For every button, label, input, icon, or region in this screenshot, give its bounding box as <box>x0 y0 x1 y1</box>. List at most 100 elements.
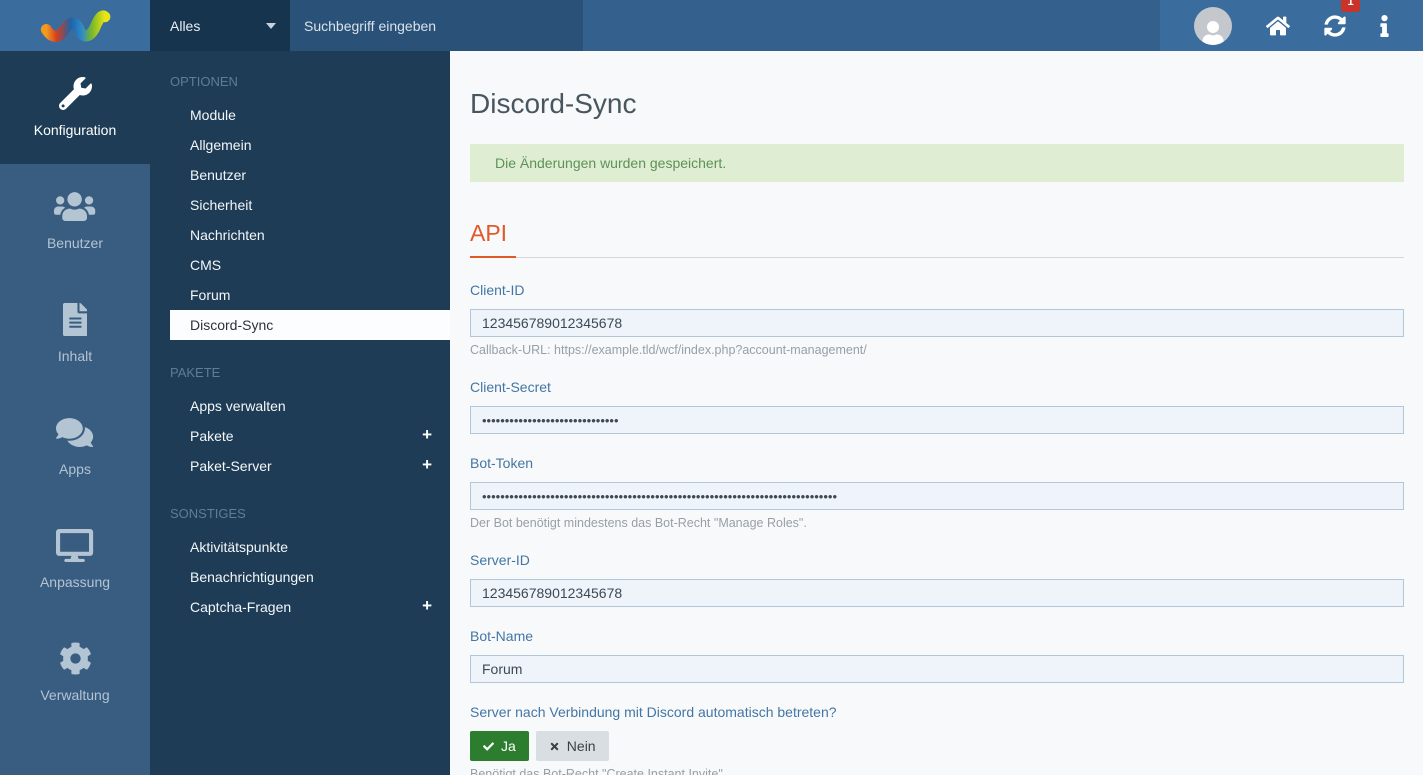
info-icon <box>1380 14 1389 37</box>
search-scope-dropdown[interactable]: Alles <box>150 0 290 51</box>
notification-badge: 1 <box>1341 0 1360 12</box>
sidebar-item-label: Verwaltung <box>40 687 110 703</box>
main-sidebar: Konfiguration Benutzer Inhalt Apps Anpas… <box>0 51 150 775</box>
search-input[interactable] <box>290 0 583 51</box>
file-icon <box>62 303 88 336</box>
api-form: Client-ID Callback-URL: https://example.… <box>470 281 1404 775</box>
submenu-item-discord-sync[interactable]: Discord-Sync <box>170 310 450 340</box>
caret-down-icon <box>266 22 276 29</box>
form-row-client-secret: Client-Secret <box>470 378 1404 434</box>
plus-icon[interactable]: + <box>422 455 432 474</box>
yes-button[interactable]: Ja <box>470 731 529 761</box>
user-menu-button[interactable] <box>1194 6 1232 45</box>
sidebar-item-konfiguration[interactable]: Konfiguration <box>0 51 150 164</box>
comments-icon <box>56 418 94 447</box>
top-bar: Alles 1 <box>0 0 1423 51</box>
no-button-label: Nein <box>566 738 596 754</box>
auto-join-hint: Benötigt das Bot-Recht "Create Instant I… <box>470 767 727 775</box>
submenu-item-pakete[interactable]: Pakete + <box>150 421 450 451</box>
client-id-input[interactable] <box>470 309 1404 337</box>
submenu-item-sicherheit[interactable]: Sicherheit <box>150 190 450 220</box>
section-header-api: API <box>470 218 1404 258</box>
sidebar-item-apps[interactable]: Apps <box>0 390 150 503</box>
client-secret-label: Client-Secret <box>470 379 551 395</box>
form-row-auto-join: Server nach Verbindung mit Discord autom… <box>470 703 1404 775</box>
plus-icon[interactable]: + <box>422 596 432 615</box>
submenu-item-module[interactable]: Module <box>150 100 450 130</box>
bot-name-label: Bot-Name <box>470 628 534 644</box>
auto-join-label: Server nach Verbindung mit Discord autom… <box>470 704 837 720</box>
woltlab-logo[interactable] <box>0 0 150 51</box>
form-row-bot-token: Bot-Token Der Bot benötigt mindestens da… <box>470 454 1404 531</box>
sidebar-item-label: Anpassung <box>39 574 111 590</box>
times-icon <box>550 742 559 750</box>
sidebar-item-verwaltung[interactable]: Verwaltung <box>0 616 150 729</box>
client-id-label: Client-ID <box>470 282 525 298</box>
submenu-section-title: OPTIONEN <box>170 74 238 89</box>
bot-name-input[interactable] <box>470 655 1404 683</box>
sidebar-item-benutzer[interactable]: Benutzer <box>0 164 150 277</box>
rebuild-data-button[interactable]: 1 <box>1324 0 1360 37</box>
main-content: Discord-Sync Die Änderungen wurden gespe… <box>450 51 1423 775</box>
wrench-icon <box>58 77 92 110</box>
home-button[interactable] <box>1266 15 1290 37</box>
bot-token-input[interactable] <box>470 482 1404 510</box>
users-icon <box>54 192 96 221</box>
submenu-item-nachrichten[interactable]: Nachrichten <box>150 220 450 250</box>
sidebar-item-label: Apps <box>59 461 91 477</box>
search-scope-value: Alles <box>170 17 201 34</box>
section-accent-bar <box>470 256 516 258</box>
sync-icon <box>1324 14 1346 37</box>
form-row-server-id: Server-ID <box>470 551 1404 607</box>
sidebar-item-anpassung[interactable]: Anpassung <box>0 503 150 616</box>
submenu-item-benutzer[interactable]: Benutzer <box>150 160 450 190</box>
submenu-section-pakete: PAKETE Apps verwalten Pakete + Paket-Serv… <box>150 364 450 481</box>
submenu-item-aktivitaetspunkte[interactable]: Aktivitätspunkte <box>150 532 450 562</box>
form-row-client-id: Client-ID Callback-URL: https://example.… <box>470 281 1404 358</box>
submenu-item-forum[interactable]: Forum <box>150 280 450 310</box>
submenu-item-paket-server[interactable]: Paket-Server + <box>150 451 450 481</box>
section-title: API <box>470 220 508 246</box>
submenu-item-cms[interactable]: CMS <box>150 250 450 280</box>
success-message-text: Die Änderungen wurden gespeichert. <box>495 155 727 171</box>
submenu-section-sonstiges: SONSTIGES Aktivitätspunkte Benachrichtig… <box>150 505 450 622</box>
no-button[interactable]: Nein <box>535 731 609 761</box>
config-submenu: OPTIONEN Module Allgemein Benutzer Siche… <box>150 51 450 775</box>
desktop-icon <box>56 529 94 562</box>
success-message: Die Änderungen wurden gespeichert. <box>470 144 1404 182</box>
submenu-item-captcha-fragen[interactable]: Captcha-Fragen + <box>150 592 450 622</box>
user-panel: 1 <box>1160 0 1423 51</box>
server-id-label: Server-ID <box>470 552 530 568</box>
check-icon <box>483 741 494 751</box>
server-id-input[interactable] <box>470 579 1404 607</box>
yes-button-label: Ja <box>501 738 516 754</box>
search-box <box>290 0 583 51</box>
submenu-item-benachrichtigungen[interactable]: Benachrichtigungen <box>150 562 450 592</box>
woltlab-logo-icon <box>40 10 111 42</box>
sidebar-item-label: Benutzer <box>46 235 104 251</box>
submenu-section-optionen: OPTIONEN Module Allgemein Benutzer Siche… <box>150 73 450 340</box>
submenu-section-title: SONSTIGES <box>170 506 246 521</box>
user-avatar <box>1194 6 1232 45</box>
submenu-section-title: PAKETE <box>170 365 221 380</box>
auto-join-toggle: Ja Nein <box>470 731 1404 761</box>
bot-token-hint: Der Bot benötigt mindestens das Bot-Rech… <box>470 516 807 530</box>
user-icon <box>1202 20 1224 45</box>
submenu-item-apps-verwalten[interactable]: Apps verwalten <box>150 391 450 421</box>
form-row-bot-name: Bot-Name <box>470 627 1404 683</box>
sidebar-item-label: Konfiguration <box>33 122 117 138</box>
sidebar-item-inhalt[interactable]: Inhalt <box>0 277 150 390</box>
client-id-hint: Callback-URL: https://example.tld/wcf/in… <box>470 343 867 357</box>
home-icon <box>1266 16 1290 35</box>
page-title: Discord-Sync <box>470 88 637 119</box>
submenu-item-label: Captcha-Fragen <box>190 598 292 615</box>
plus-icon[interactable]: + <box>422 425 432 444</box>
submenu-item-allgemein[interactable]: Allgemein <box>150 130 450 160</box>
info-button[interactable] <box>1380 14 1389 37</box>
submenu-item-label: Pakete <box>190 427 234 444</box>
bot-token-label: Bot-Token <box>470 455 534 471</box>
client-secret-input[interactable] <box>470 406 1404 434</box>
submenu-item-label: Paket-Server <box>190 457 272 474</box>
gear-icon <box>59 642 91 675</box>
